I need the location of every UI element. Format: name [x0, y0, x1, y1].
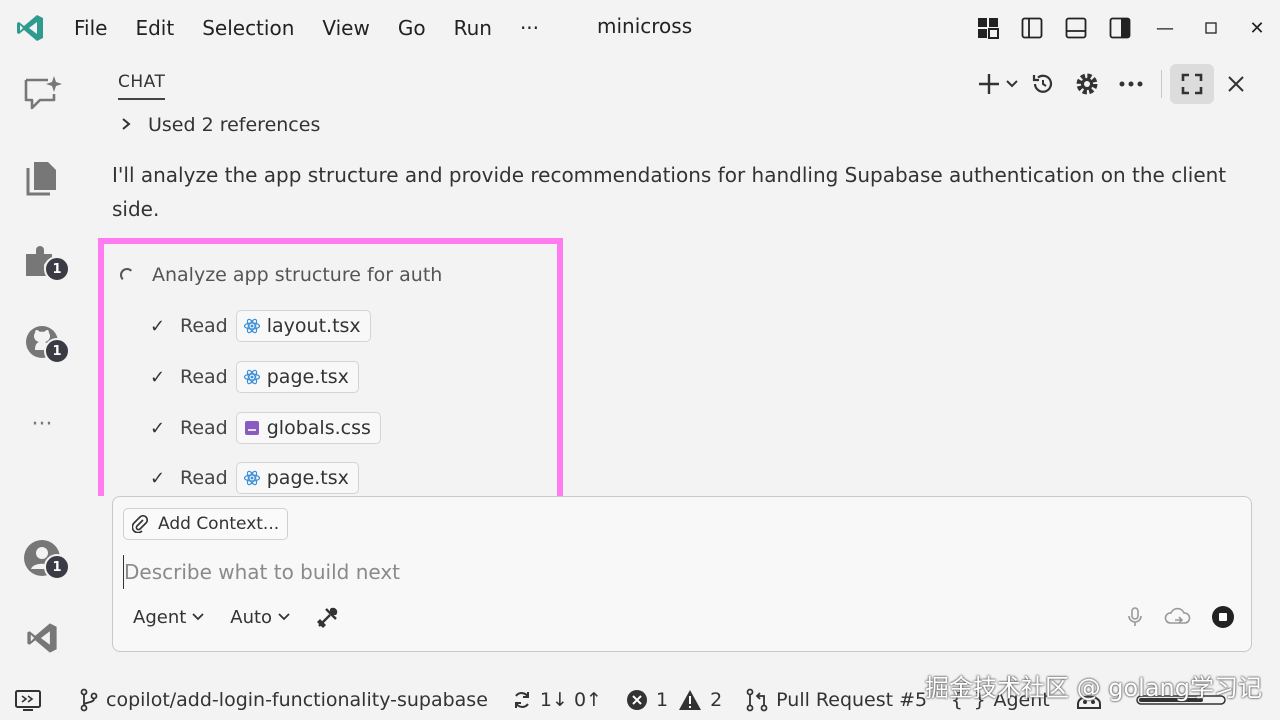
chevron-down-icon [278, 610, 290, 624]
microphone-icon[interactable] [1127, 606, 1143, 628]
maximize-chat-icon[interactable] [1170, 64, 1214, 104]
chat-input-panel: Add Context... Agent Auto [112, 496, 1252, 652]
react-file-icon [243, 469, 261, 487]
model-label: Auto [230, 606, 273, 628]
toggle-secondary-sidebar-icon[interactable] [1098, 8, 1142, 48]
pull-request-label: Pull Request #5 [776, 689, 928, 711]
paperclip-icon [132, 515, 148, 533]
file-reference-page[interactable]: page.tsx [235, 361, 359, 393]
read-label: Read [180, 417, 228, 439]
read-step: ✓ Read globals.css [150, 412, 381, 444]
sync-status: 1↓ 0↑ [539, 689, 602, 711]
file-reference-layout[interactable]: layout.tsx [235, 310, 371, 342]
chat-header: CHAT [84, 56, 1280, 112]
toggle-panel-icon[interactable] [1054, 8, 1098, 48]
task-title-label: Analyze app structure for auth [152, 264, 443, 286]
chevron-right-icon [120, 116, 148, 135]
vscode-manage-icon[interactable] [18, 614, 66, 662]
cloud-delegate-icon[interactable] [1163, 606, 1191, 628]
sync-indicator[interactable]: 1↓ 0↑ [512, 689, 602, 711]
read-step: ✓ Read layout.tsx [150, 310, 371, 342]
stop-button[interactable] [1211, 605, 1235, 629]
mode-dropdown[interactable]: Agent [133, 607, 204, 628]
check-icon: ✓ [150, 467, 166, 489]
branch-indicator[interactable]: copilot/add-login-functionality-supabase [80, 688, 488, 712]
read-label: Read [180, 366, 228, 388]
more-views-icon[interactable]: ··· [18, 400, 66, 448]
file-reference-page[interactable]: page.tsx [235, 462, 359, 494]
mode-label: Agent [133, 606, 187, 628]
branch-name: copilot/add-login-functionality-supabase [106, 689, 488, 711]
loading-spinner-icon [120, 268, 134, 282]
explorer-files-icon[interactable] [18, 152, 66, 200]
add-context-label: Add Context... [158, 514, 280, 534]
remote-indicator-icon[interactable] [14, 688, 50, 712]
menu-go[interactable]: Go [384, 16, 440, 40]
more-actions-icon[interactable] [1109, 64, 1153, 104]
history-icon[interactable] [1021, 64, 1065, 104]
assistant-response: I'll analyze the app structure and provi… [112, 163, 1227, 221]
read-label: Read [180, 315, 228, 337]
chevron-down-icon [192, 610, 204, 624]
check-icon: ✓ [150, 417, 166, 439]
chat-sparkle-icon[interactable] [18, 70, 66, 118]
extensions-icon[interactable]: 1 [18, 236, 70, 284]
task-progress-highlight: Analyze app structure for auth ✓ Read la… [98, 238, 563, 496]
warning-count: 2 [710, 689, 723, 711]
customize-layout-icon[interactable] [966, 8, 1010, 48]
maximize-icon[interactable] [1188, 8, 1234, 48]
new-chat-button[interactable] [977, 64, 1021, 104]
file-name: layout.tsx [266, 315, 361, 337]
gear-icon[interactable] [1065, 64, 1109, 104]
toolbar-divider [1161, 70, 1162, 98]
minimize-icon[interactable]: — [1142, 8, 1188, 48]
check-icon: ✓ [150, 315, 166, 337]
react-file-icon [243, 317, 261, 335]
file-name: page.tsx [266, 467, 349, 489]
close-window-icon[interactable]: ✕ [1234, 8, 1280, 48]
used-references-toggle[interactable]: Used 2 references [120, 114, 320, 136]
tab-chat[interactable]: CHAT [118, 72, 166, 100]
read-step: ✓ Read page.tsx [150, 462, 359, 494]
accounts-badge: 1 [44, 554, 70, 580]
file-reference-globals[interactable]: globals.css [235, 412, 381, 444]
file-name: page.tsx [266, 366, 349, 388]
menu-run[interactable]: Run [440, 16, 506, 40]
read-label: Read [180, 467, 228, 489]
error-count: 1 [655, 689, 669, 711]
vscode-logo-icon [14, 12, 46, 44]
toggle-primary-sidebar-icon[interactable] [1010, 8, 1054, 48]
github-icon[interactable]: 1 [18, 318, 70, 366]
references-label: Used 2 references [148, 114, 321, 136]
css-file-icon [243, 419, 261, 437]
pull-request-indicator[interactable]: Pull Request #5 [746, 688, 927, 712]
chat-prompt-input[interactable] [123, 555, 1223, 589]
add-context-button[interactable]: Add Context... [123, 508, 289, 540]
chat-conversation: Used 2 references I'll analyze the app s… [84, 112, 1280, 496]
github-badge: 1 [44, 338, 70, 364]
menu-file[interactable]: File [60, 16, 121, 40]
react-file-icon [243, 368, 261, 386]
activity-bar: 1 1 ··· 1 [0, 56, 84, 680]
file-name: globals.css [266, 417, 371, 439]
menu-selection[interactable]: Selection [188, 16, 308, 40]
task-title: Analyze app structure for auth [120, 264, 443, 286]
watermark-text: 掘金技术社区 @ golang学习记 [925, 674, 1262, 702]
model-dropdown[interactable]: Auto [230, 607, 290, 628]
extensions-badge: 1 [44, 256, 70, 282]
menu-edit[interactable]: Edit [121, 16, 188, 40]
menu-bar: File Edit Selection View Go Run ··· [60, 0, 553, 56]
problems-indicator[interactable]: 1 2 [626, 689, 722, 711]
menu-view[interactable]: View [308, 16, 383, 40]
read-step: ✓ Read page.tsx [150, 361, 359, 393]
window-title: minicross [597, 14, 693, 38]
title-bar: File Edit Selection View Go Run ··· mini… [0, 0, 1280, 56]
close-chat-icon[interactable] [1214, 64, 1258, 104]
check-icon: ✓ [150, 366, 166, 388]
menu-more[interactable]: ··· [506, 16, 553, 40]
tools-icon[interactable] [316, 605, 340, 629]
accounts-icon[interactable]: 1 [18, 534, 70, 582]
